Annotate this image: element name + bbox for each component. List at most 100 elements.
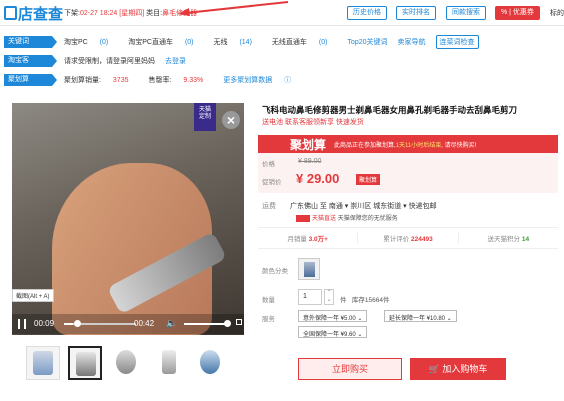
reviews-value: 224493 [411,236,433,243]
monthly-label: 月销量 [287,236,307,243]
promo-price-label: 促销价 [262,179,282,186]
color-swatch[interactable] [298,258,320,280]
promo-price-tag: 聚划算 [356,174,381,185]
rate-value: 9.33% [183,77,204,84]
juhuasuan-row: 聚划算 聚划算销量: 3735 售罄率: 9.33% 更多聚划算数据 ⓘ [0,72,564,88]
decrement-icon[interactable]: ⌄ [325,297,333,304]
points-label: 送天猫积分 [487,236,521,243]
seller-nav-link[interactable]: 卖家导航 [398,37,426,47]
quantity-label: 数量 [262,297,275,304]
thumbnail-image [33,351,53,375]
cart-label: 加入购物车 [442,364,488,374]
sales-value: 3735 [112,77,129,84]
cart-icon: 🛒 [428,364,440,374]
service-row: 天猫直送 天猫保障您的无忧服务 [296,213,398,222]
coupon-button[interactable]: % | 优惠券 [495,6,540,20]
kw-taobao-pc[interactable]: 淘宝PC (0) [64,37,118,47]
product-subtitle: 送电池 联系客服领新享 快速发货 [262,119,364,126]
quantity-input[interactable]: 1 [298,289,322,305]
annotation-arrow-icon [178,1,288,16]
promo-note-pre: 此商品正在参加聚划算, [334,142,396,149]
logo: 店查查 [4,3,63,23]
kw-taobao-pc-ztc[interactable]: 淘宝PC直通车 (0) [128,37,203,47]
kw-count: (14) [239,39,252,46]
service-badge: 天猫直送 [312,216,337,222]
thumbnail-strip [26,346,236,380]
sales-label: 聚划算销量: [64,77,101,84]
login-link[interactable]: 去登录 [165,56,186,66]
swatch-image [304,262,315,277]
product-title: 飞科电动鼻毛修剪器男士剃鼻毛器女用鼻孔剃毛器手动去刮鼻毛剪刀 [262,105,518,115]
more-link-label: 更多聚划算数据 [223,77,273,84]
kw-count: (0) [184,39,194,46]
quantity-stepper[interactable]: ⌃ ⌄ [324,289,334,305]
thumbnail[interactable] [26,346,60,380]
screenshot-hint: 截图(Alt + A) [12,289,54,302]
buy-now-button[interactable]: 立即购买 [298,358,402,380]
rate-label: 售罄率: [148,77,172,84]
accident-protection-select[interactable]: 意外保障一年 ¥5.00 ⌄ [298,310,368,322]
price-label: 价格 [262,161,275,168]
realtime-rank-button[interactable]: 实时排名 [396,6,436,20]
thumbnail-image [200,350,220,374]
quantity-unit: 件 库存15664件 [340,294,390,304]
taobaoke-tag: 淘宝客 [4,55,57,67]
progress-fill [64,323,73,325]
service-text: 天猫保障您的无忧服务 [337,216,398,222]
history-price-button[interactable]: 历史价格 [347,6,387,20]
help-icon: ⓘ [284,77,292,84]
national-warranty-select[interactable]: 全国保障一年 ¥9.60 ⌄ [298,326,368,338]
shelf-label: 下架: [64,10,80,17]
volume-icon[interactable]: 🔈 [166,318,177,329]
mark-button[interactable]: 标的 [550,8,564,22]
sales-stats: 月销量 3.0万+ 累计评价 224493 送天猫积分 14 [258,227,558,249]
thumbnail[interactable] [152,346,186,380]
promo-countdown: 1天11小时后结束 [395,142,442,149]
fullscreen-icon[interactable] [236,319,242,325]
thumbnail[interactable] [68,346,102,380]
total-time: 00:42 [134,319,155,328]
more-juhuasuan-link[interactable]: 更多聚划算数据 ⓘ [223,75,301,85]
thumbnail[interactable] [110,346,144,380]
taobaoke-row: 淘宝客 请求受限制，请登录阿里妈妈 去登录 [0,53,564,69]
progress-knob[interactable] [74,320,81,327]
pause-icon[interactable] [18,319,26,329]
thumbnail[interactable] [194,346,228,380]
shelf-weekday: [星期四] [119,10,145,17]
thumbnail-image [76,352,96,376]
kw-wireless[interactable]: 无线 (14) [214,37,262,47]
badge-line1: 天猫 [198,107,211,113]
logo-text: 店查查 [18,5,64,23]
kw-count: (0) [99,39,109,46]
kw-label: 淘宝PC直通车 [128,39,173,46]
kw-label: 无线直通车 [271,39,307,46]
price-box: 价格 ¥ 89.00 促销价 ¥ 29.00 聚划算 [258,153,558,193]
add-to-cart-button[interactable]: 🛒 加入购物车 [410,358,506,380]
top-bar: 店查查 下架:02-27 18:24 [星期四] 类目:鼻毛修剪器 历史价格 实… [0,0,564,26]
stock-count: 库存15664件 [351,297,390,304]
shelf-time: 02-27 18:24 [79,10,118,17]
top20-keywords-link[interactable]: Top20关键词 [347,37,387,47]
shipping-text[interactable]: 广东佛山 至 南通 ▾ 崇川区 城东街道 ▾ 快递包邮 [290,203,437,210]
juhuasuan-banner: 聚划算 此商品正在参加聚划算,1天11小时后结束, 请尽快购买! [258,135,558,153]
volume-knob[interactable] [224,320,231,327]
badge-line2: 定制 [198,114,211,120]
keyword-check-button[interactable]: 连菜词检查 [435,35,479,49]
close-video-button[interactable]: × [222,111,240,129]
reviews-label: 累计评价 [383,236,410,243]
monthly-value: 3.0万+ [308,236,328,243]
original-price: ¥ 89.00 [298,158,322,165]
promo-price: ¥ 29.00 [296,171,340,186]
kw-label: 无线 [213,39,228,46]
extended-warranty-select[interactable]: 延长保障一年 ¥10.80 ⌄ [384,310,457,322]
unit-label: 件 [340,297,347,304]
total-reviews[interactable]: 累计评价 224493 [358,233,459,243]
increment-icon[interactable]: ⌃ [325,290,333,297]
same-search-button[interactable]: 同款搜索 [446,6,486,20]
shipping-label: 运费 [262,203,276,210]
kw-wireless-ztc[interactable]: 无线直通车 (0) [272,37,338,47]
promo-title: 聚划算 [290,137,327,152]
keywords-row: 关键词 淘宝PC (0) 淘宝PC直通车 (0) 无线 (14) 无线直通车 (… [0,34,564,50]
color-label: 颜色分类 [262,268,288,275]
kw-count: (0) [318,39,328,46]
